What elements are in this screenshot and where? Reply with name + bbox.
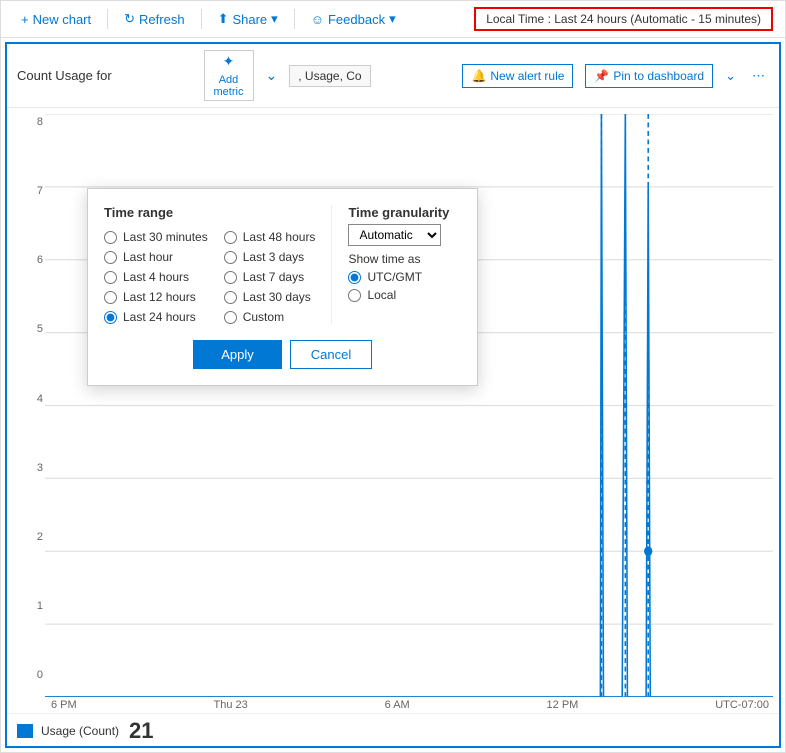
label-3days: Last 3 days: [243, 250, 304, 264]
apply-button[interactable]: Apply: [193, 340, 282, 369]
time-range-col-left: Last 30 minutes Last hour Last 4 hours: [104, 230, 208, 324]
filter-tag-text: , Usage, Co: [298, 69, 361, 83]
legend-color-swatch: [17, 724, 33, 738]
x-label-thu23: Thu 23: [214, 699, 248, 711]
time-range-badge[interactable]: Local Time : Last 24 hours (Automatic - …: [474, 7, 773, 31]
expand-icon[interactable]: ⌄: [262, 65, 282, 86]
share-chevron-icon: ▾: [271, 11, 278, 27]
label-local: Local: [367, 288, 396, 302]
radio-12hours[interactable]: [104, 291, 117, 304]
share-button[interactable]: ⬆ Share ▾: [210, 7, 286, 31]
label-utc: UTC/GMT: [367, 270, 422, 284]
option-48hours[interactable]: Last 48 hours: [224, 230, 316, 244]
x-label-utc: UTC-07:00: [715, 699, 769, 711]
option-24hours[interactable]: Last 24 hours: [104, 310, 208, 324]
pin-dashboard-button[interactable]: 📌 Pin to dashboard: [585, 64, 713, 88]
add-metric-label: Addmetric: [214, 74, 244, 98]
label-24hours: Last 24 hours: [123, 310, 196, 324]
main-toolbar: + New chart ↻ Refresh ⬆ Share ▾ ☺ Feedba…: [1, 1, 785, 38]
radio-local[interactable]: [348, 289, 361, 302]
divider-3: [294, 9, 295, 29]
label-4hours: Last 4 hours: [123, 270, 189, 284]
plus-icon: +: [21, 12, 29, 27]
y-axis-labels: 8 7 6 5 4 3 2 1 0: [11, 116, 43, 681]
chart-area: Count Usage for ✦ Addmetric ⌄ , Usage, C…: [5, 42, 781, 748]
popup-footer: Apply Cancel: [104, 340, 461, 369]
label-7days: Last 7 days: [243, 270, 304, 284]
granularity-section: Time granularity Automatic 1 minute 5 mi…: [331, 205, 461, 324]
more-options-button[interactable]: ⋯: [748, 64, 769, 88]
new-alert-label: New alert rule: [490, 69, 564, 83]
x-label-6am: 6 AM: [385, 699, 410, 711]
feedback-chevron-icon: ▾: [389, 11, 396, 27]
new-chart-button[interactable]: + New chart: [13, 8, 99, 31]
add-metric-icon: ✦: [223, 53, 235, 70]
radio-7days[interactable]: [224, 271, 237, 284]
option-3days[interactable]: Last 3 days: [224, 250, 316, 264]
label-48hours: Last 48 hours: [243, 230, 316, 244]
pin-dashboard-label: Pin to dashboard: [613, 69, 704, 83]
filter-tag[interactable]: , Usage, Co: [289, 65, 370, 87]
radio-utc[interactable]: [348, 271, 361, 284]
time-range-section: Time range Last 30 minutes Last hour: [104, 205, 315, 324]
new-alert-button[interactable]: 🔔 New alert rule: [462, 64, 573, 88]
feedback-label: Feedback: [328, 12, 385, 27]
refresh-button[interactable]: ↻ Refresh: [116, 7, 192, 31]
option-4hours[interactable]: Last 4 hours: [104, 270, 208, 284]
pin-icon: 📌: [594, 69, 609, 83]
time-range-text: Local Time : Last 24 hours (Automatic - …: [486, 12, 761, 26]
refresh-label: Refresh: [139, 12, 185, 27]
radio-24hours[interactable]: [104, 311, 117, 324]
radio-30days[interactable]: [224, 291, 237, 304]
granularity-title: Time granularity: [348, 205, 461, 220]
time-range-col-right: Last 48 hours Last 3 days Last 7 days: [224, 230, 316, 324]
option-1hour[interactable]: Last hour: [104, 250, 208, 264]
show-time-label: Show time as: [348, 252, 461, 266]
refresh-icon: ↻: [124, 11, 135, 27]
legend-label: Usage (Count): [41, 724, 119, 738]
time-range-title: Time range: [104, 205, 315, 220]
granularity-select[interactable]: Automatic 1 minute 5 minutes 15 minutes …: [348, 224, 441, 246]
new-chart-label: New chart: [33, 12, 92, 27]
radio-1hour[interactable]: [104, 251, 117, 264]
expand-chart-button[interactable]: ⌄: [721, 64, 740, 88]
label-12hours: Last 12 hours: [123, 290, 196, 304]
option-7days[interactable]: Last 7 days: [224, 270, 316, 284]
option-30days[interactable]: Last 30 days: [224, 290, 316, 304]
x-label-6pm: 6 PM: [51, 699, 77, 711]
radio-custom[interactable]: [224, 311, 237, 324]
option-custom[interactable]: Custom: [224, 310, 316, 324]
chart-legend: Usage (Count) 21: [7, 713, 779, 746]
divider-1: [107, 9, 108, 29]
share-icon: ⬆: [218, 11, 229, 27]
x-axis-labels: 6 PM Thu 23 6 AM 12 PM UTC-07:00: [7, 697, 779, 713]
legend-value: 21: [127, 718, 153, 744]
radio-30min[interactable]: [104, 231, 117, 244]
add-metric-button[interactable]: ✦ Addmetric: [204, 50, 254, 101]
alert-icon: 🔔: [471, 69, 486, 83]
label-30days: Last 30 days: [243, 290, 311, 304]
option-local[interactable]: Local: [348, 288, 461, 302]
option-utc[interactable]: UTC/GMT: [348, 270, 461, 284]
radio-48hours[interactable]: [224, 231, 237, 244]
feedback-button[interactable]: ☺ Feedback ▾: [303, 7, 404, 31]
radio-4hours[interactable]: [104, 271, 117, 284]
option-12hours[interactable]: Last 12 hours: [104, 290, 208, 304]
chart-title: Count Usage for: [17, 68, 112, 83]
label-30min: Last 30 minutes: [123, 230, 208, 244]
divider-2: [201, 9, 202, 29]
x-label-12pm: 12 PM: [547, 699, 579, 711]
time-range-popup: Time range Last 30 minutes Last hour: [87, 188, 478, 386]
chart-toolbar: Count Usage for ✦ Addmetric ⌄ , Usage, C…: [7, 44, 779, 108]
label-custom: Custom: [243, 310, 284, 324]
label-1hour: Last hour: [123, 250, 173, 264]
feedback-icon: ☺: [311, 12, 324, 27]
cancel-button[interactable]: Cancel: [290, 340, 372, 369]
option-30min[interactable]: Last 30 minutes: [104, 230, 208, 244]
share-label: Share: [232, 12, 267, 27]
radio-3days[interactable]: [224, 251, 237, 264]
